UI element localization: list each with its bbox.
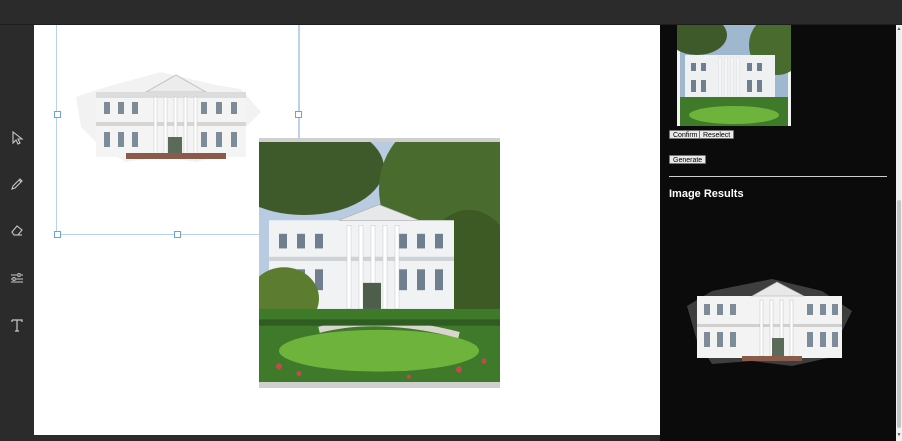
selected-preview-image	[677, 25, 791, 126]
selection-handle[interactable]	[54, 111, 61, 118]
canvas-bottom-edge	[34, 435, 660, 441]
result-image[interactable]	[682, 276, 857, 371]
selection-handle[interactable]	[54, 231, 61, 238]
canvas-area[interactable]	[34, 25, 660, 435]
mansion-cutout-image[interactable]	[66, 67, 266, 167]
selection-handle[interactable]	[174, 231, 181, 238]
scroll-up-icon[interactable]: ▲	[896, 25, 902, 33]
confirm-button[interactable]: Confirm	[669, 130, 702, 139]
tool-sidebar	[0, 25, 34, 441]
pointer-icon[interactable]	[9, 130, 25, 146]
reselect-button[interactable]: Reselect	[699, 130, 735, 139]
sliders-icon[interactable]	[9, 270, 25, 286]
top-bar	[0, 0, 902, 25]
selection-handle[interactable]	[295, 111, 302, 118]
text-icon[interactable]	[9, 317, 25, 333]
generate-button[interactable]: Generate	[669, 155, 707, 164]
scrollbar-thumb[interactable]	[897, 200, 901, 428]
right-panel: Confirm Reselect Generate Image Results	[660, 25, 896, 441]
mansion-garden-image[interactable]	[259, 138, 500, 388]
eraser-icon[interactable]	[9, 222, 25, 238]
image-results-heading: Image Results	[669, 188, 744, 200]
section-divider	[669, 176, 887, 177]
pencil-icon[interactable]	[9, 176, 25, 192]
scroll-down-icon[interactable]: ▼	[896, 431, 902, 439]
